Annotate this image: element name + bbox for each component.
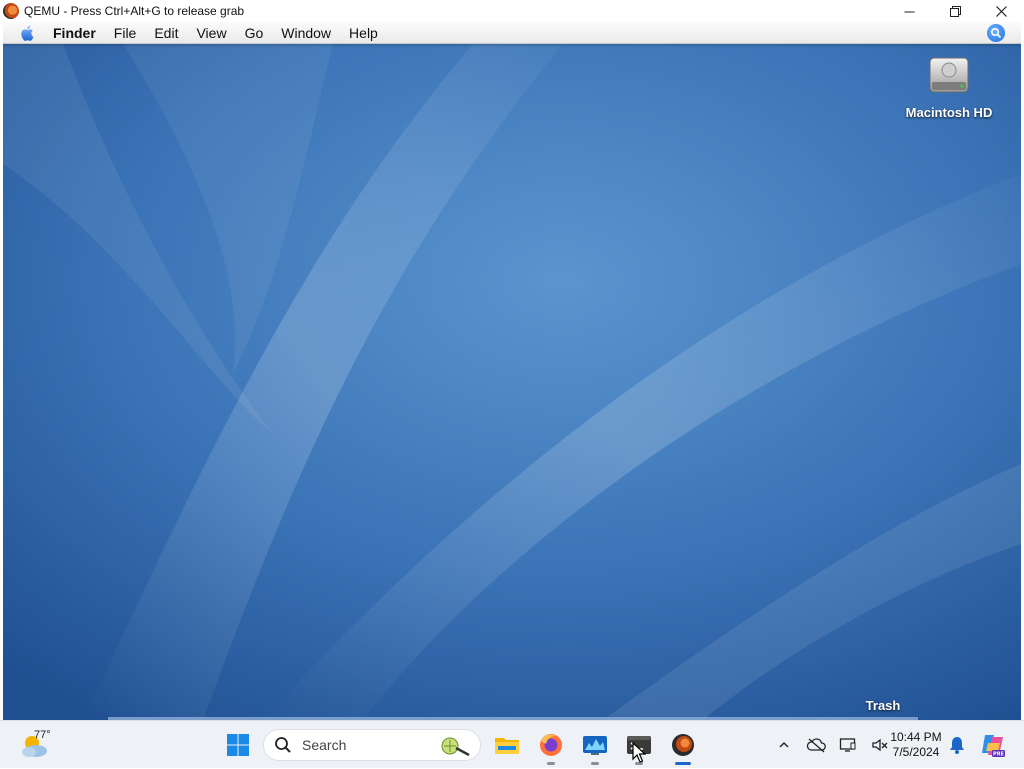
firefox-icon xyxy=(540,734,562,756)
taskbar-qemu[interactable] xyxy=(669,731,697,765)
close-button[interactable] xyxy=(978,0,1024,22)
hard-drive-icon xyxy=(929,57,969,93)
taskbar-clock[interactable]: 10:44 PM 7/5/2024 xyxy=(884,730,948,760)
menu-help[interactable]: Help xyxy=(349,25,378,41)
mouse-cursor-icon xyxy=(632,742,646,763)
apple-logo-icon[interactable] xyxy=(19,24,37,42)
menu-edit[interactable]: Edit xyxy=(154,25,178,41)
clock-time: 10:44 PM xyxy=(890,730,942,744)
menu-go[interactable]: Go xyxy=(245,25,264,41)
macintosh-hd-label: Macintosh HD xyxy=(905,105,993,120)
windows-taskbar: 77° Search 10:44 PM 7/5/2024 PRE xyxy=(0,720,1024,768)
show-hidden-icons-chevron-icon[interactable] xyxy=(770,731,798,759)
minimize-button[interactable] xyxy=(886,0,932,22)
menu-view[interactable]: View xyxy=(196,25,226,41)
menu-window[interactable]: Window xyxy=(281,25,331,41)
desktop-wallpaper xyxy=(3,44,1021,720)
restore-button[interactable] xyxy=(932,0,978,22)
taskbar-search-box[interactable]: Search xyxy=(263,729,481,761)
search-icon xyxy=(275,737,291,753)
copilot-icon[interactable]: PRE xyxy=(980,731,1006,759)
taskbar-resource-monitor[interactable] xyxy=(581,731,609,765)
notification-bell-icon[interactable] xyxy=(946,734,968,756)
running-indicator xyxy=(547,762,555,765)
macintosh-hd-desktop-icon[interactable]: Macintosh HD xyxy=(899,52,999,120)
taskbar-file-explorer[interactable] xyxy=(493,731,521,759)
running-indicator xyxy=(591,762,599,765)
window-title: QEMU - Press Ctrl+Alt+G to release grab xyxy=(24,4,245,18)
menu-file[interactable]: File xyxy=(114,25,137,41)
spotlight-search-icon[interactable] xyxy=(987,23,1005,42)
svg-text:PRE: PRE xyxy=(993,752,1005,758)
search-highlight-icon xyxy=(441,737,470,757)
folder-icon xyxy=(495,738,519,754)
trash-desktop-icon[interactable]: Trash xyxy=(838,698,928,713)
system-tray xyxy=(770,721,898,769)
qemu-logo-icon xyxy=(3,3,19,19)
trash-label: Trash xyxy=(865,698,901,713)
taskbar-firefox[interactable] xyxy=(537,731,565,765)
active-indicator xyxy=(675,762,691,765)
guest-screen[interactable]: Finder File Edit View Go Window Help Mac… xyxy=(3,22,1021,720)
display-network-icon[interactable] xyxy=(834,731,862,759)
onedrive-offline-icon[interactable] xyxy=(802,731,830,759)
qemu-titlebar: QEMU - Press Ctrl+Alt+G to release grab xyxy=(0,0,1024,22)
mac-menubar: Finder File Edit View Go Window Help xyxy=(3,22,1021,44)
menu-finder[interactable]: Finder xyxy=(53,25,96,41)
monitor-chart-icon xyxy=(583,736,607,755)
qemu-icon xyxy=(672,734,694,756)
weather-temperature[interactable]: 77° xyxy=(34,729,51,741)
search-placeholder: Search xyxy=(302,737,347,753)
window-controls xyxy=(886,0,1024,22)
clock-date: 7/5/2024 xyxy=(892,745,940,759)
windows-start-icon[interactable] xyxy=(226,733,250,757)
